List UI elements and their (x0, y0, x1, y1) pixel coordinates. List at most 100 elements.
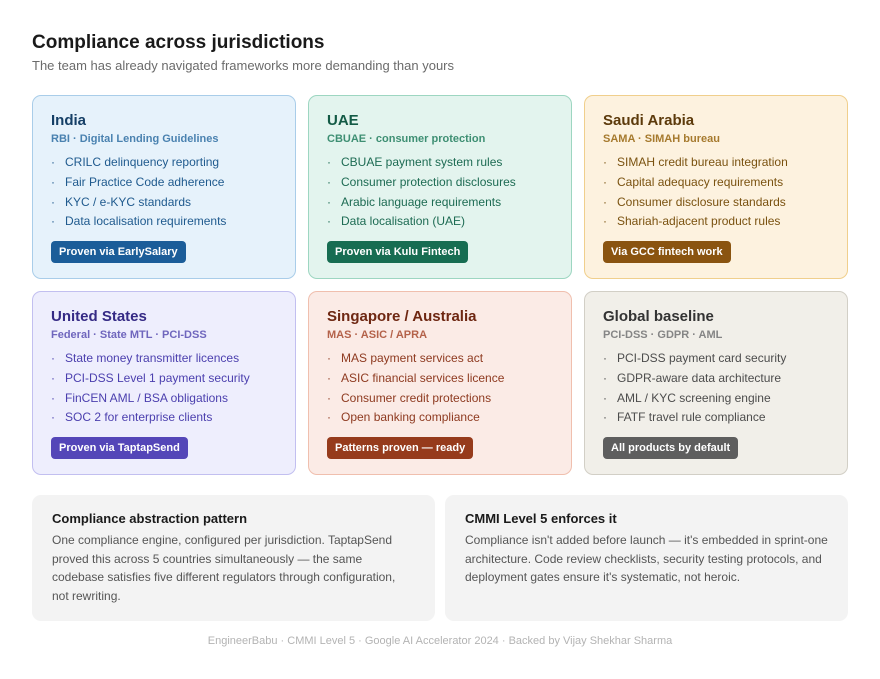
bullet-icon: · (603, 174, 607, 189)
bullet-icon: · (603, 155, 607, 169)
list-item: · KYC / e-KYC standards (51, 193, 277, 213)
card-title: Saudi Arabia (603, 112, 695, 129)
bullet-icon: · (603, 214, 607, 229)
list-item-text: SOC 2 for enterprise clients (65, 410, 213, 425)
card-list: · State money transmitter licences · PCI-D… (51, 349, 277, 428)
list-item-text: Shariah-adjacent product rules (617, 214, 781, 229)
list-item: · SIMAH credit bureau integration (603, 153, 829, 173)
bullet-icon: · (327, 370, 331, 385)
bullet-icon: · (327, 194, 331, 209)
card-singapore-australia: Singapore / Australia MAS · ASIC / APRA … (308, 291, 572, 475)
list-item-text: CBUAE payment system rules (341, 155, 503, 169)
bullet-icon: · (327, 390, 331, 405)
list-item: · Capital adequacy requirements (603, 173, 829, 193)
note-compliance-abstraction: Compliance abstraction pattern One compl… (32, 495, 435, 621)
bullet-icon: · (327, 174, 331, 189)
list-item: · MAS payment services act (327, 349, 553, 369)
page-subtitle: The team has already navigated framework… (32, 58, 454, 73)
card-subtitle: PCI-DSS · GDPR · AML (603, 329, 723, 341)
list-item: · Open banking compliance (327, 408, 553, 428)
list-item-text: Capital adequacy requirements (617, 174, 784, 189)
list-item-text: KYC / e-KYC standards (65, 194, 192, 209)
list-item: · AML / KYC screening engine (603, 389, 829, 409)
bullet-icon: · (51, 370, 55, 385)
list-item-text: Arabic language requirements (341, 194, 502, 209)
card-india: India RBI · Digital Lending Guidelines ·… (32, 95, 296, 279)
list-item-text: FinCEN AML / BSA obligations (65, 390, 228, 405)
bullet-icon: · (603, 410, 607, 425)
list-item-text: Fair Practice Code adherence (65, 174, 225, 189)
list-item: · GDPR-aware data architecture (603, 369, 829, 389)
list-item: · Arabic language requirements (327, 193, 553, 213)
proof-badge: Proven via EarlySalary (51, 241, 186, 263)
list-item: · Data localisation requirements (51, 212, 277, 232)
proof-badge: Patterns proven — ready (327, 437, 474, 459)
card-title: India (51, 112, 87, 129)
bullet-icon: · (327, 410, 331, 425)
bullet-icon: · (51, 174, 55, 189)
card-saudi-arabia: Saudi Arabia SAMA · SIMAH bureau · SIMAH … (584, 95, 848, 279)
card-subtitle: MAS · ASIC / APRA (327, 329, 428, 341)
list-item: · State money transmitter licences (51, 349, 277, 369)
list-item: · SOC 2 for enterprise clients (51, 408, 277, 428)
bullet-icon: · (51, 194, 55, 209)
list-item-text: Open banking compliance (341, 410, 480, 425)
card-united-states: United States Federal · State MTL · PCI-… (32, 291, 296, 475)
list-item-text: CRILC delinquency reporting (65, 155, 220, 169)
bullet-icon: · (327, 351, 331, 365)
list-item-text: PCI-DSS Level 1 payment security (65, 370, 250, 385)
card-global-baseline: Global baseline PCI-DSS · GDPR · AML · PC… (584, 291, 848, 475)
card-title: United States (51, 308, 147, 325)
note-title: Compliance abstraction pattern (52, 511, 248, 526)
list-item: · FinCEN AML / BSA obligations (51, 389, 277, 409)
card-list: · PCI-DSS payment card security · GDPR-awa… (603, 349, 829, 428)
list-item: · FATF travel rule compliance (603, 408, 829, 428)
jurisdiction-grid: India RBI · Digital Lending Guidelines ·… (32, 95, 848, 475)
footer: EngineerBabu · CMMI Level 5 · Google AI … (207, 635, 673, 647)
card-subtitle: Federal · State MTL · PCI-DSS (51, 329, 207, 341)
bullet-icon: · (327, 155, 331, 169)
card-subtitle: CBUAE · consumer protection (327, 133, 486, 145)
card-list: · CRILC delinquency reporting · Fair Pract… (51, 153, 277, 232)
list-item-text: FATF travel rule compliance (617, 410, 766, 425)
bullet-icon: · (603, 370, 607, 385)
bullet-icon: · (51, 390, 55, 405)
card-uae: UAE CBUAE · consumer protection · CBUAE p… (308, 95, 572, 279)
list-item-text: Data localisation (UAE) (341, 214, 466, 229)
list-item: · Shariah-adjacent product rules (603, 212, 829, 232)
note-text: One compliance engine, configured per ju… (52, 533, 396, 603)
list-item: · Data localisation (UAE) (327, 212, 553, 232)
bullet-icon: · (51, 155, 55, 169)
note-text: Compliance isn't added before launch — i… (465, 533, 828, 585)
list-item: · Consumer credit protections (327, 389, 553, 409)
bullet-icon: · (51, 351, 55, 365)
list-item: · CBUAE payment system rules (327, 153, 553, 173)
note-title: CMMI Level 5 enforces it (465, 511, 617, 526)
list-item: · CRILC delinquency reporting (51, 153, 277, 173)
list-item-text: Consumer credit protections (341, 390, 492, 405)
bullet-icon: · (603, 390, 607, 405)
bullet-icon: · (51, 214, 55, 229)
list-item: · Fair Practice Code adherence (51, 173, 277, 193)
bullet-icon: · (603, 351, 607, 365)
page-title: Compliance across jurisdictions (32, 32, 325, 53)
list-item-text: Data localisation requirements (65, 214, 227, 229)
card-list: · SIMAH credit bureau integration · Capita… (603, 153, 829, 232)
note-cmmi-level-5: CMMI Level 5 enforces it Compliance isn'… (445, 495, 848, 621)
list-item-text: SIMAH credit bureau integration (617, 155, 788, 169)
proof-badge: Via GCC fintech work (603, 241, 731, 263)
card-title: UAE (327, 112, 359, 129)
notes-row: Compliance abstraction pattern One compl… (32, 495, 848, 621)
bullet-icon: · (603, 194, 607, 209)
list-item-text: GDPR-aware data architecture (617, 370, 782, 385)
list-item: · Consumer protection disclosures (327, 173, 553, 193)
list-item: · PCI-DSS payment card security (603, 349, 829, 369)
list-item-text: Consumer protection disclosures (341, 174, 516, 189)
list-item-text: AML / KYC screening engine (617, 390, 771, 405)
proof-badge: All products by default (603, 437, 739, 459)
list-item: · PCI-DSS Level 1 payment security (51, 369, 277, 389)
list-item: · Consumer disclosure standards (603, 193, 829, 213)
list-item-text: ASIC financial services licence (341, 370, 505, 385)
list-item-text: State money transmitter licences (65, 351, 240, 365)
bullet-icon: · (51, 410, 55, 425)
